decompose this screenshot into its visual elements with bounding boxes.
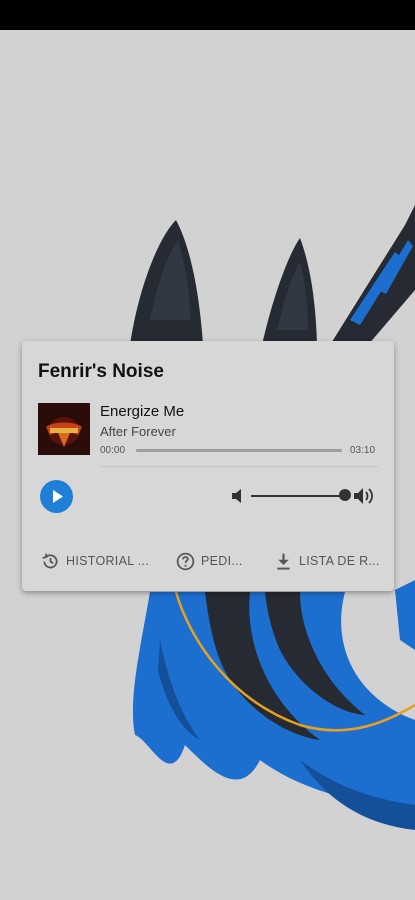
volume-high-icon[interactable] (353, 486, 375, 506)
request-label: PEDI... (201, 554, 243, 568)
divider (100, 466, 378, 467)
download-icon (277, 553, 290, 570)
volume-slider[interactable] (251, 495, 347, 497)
status-bar (0, 0, 415, 30)
duration-time: 03:10 (350, 445, 376, 456)
play-button[interactable] (40, 480, 73, 513)
request-button[interactable]: PEDI... (175, 550, 243, 572)
help-icon (176, 552, 195, 570)
seek-bar[interactable] (136, 449, 342, 452)
history-icon (42, 553, 58, 568)
playlist-download-button[interactable]: LISTA DE R... (273, 550, 380, 572)
track-title: Energize Me (100, 403, 185, 420)
volume-low-icon[interactable] (231, 488, 245, 504)
history-button[interactable]: HISTORIAL ... (40, 550, 149, 572)
album-art (38, 403, 90, 455)
media-player-card: Fenrir's Noise Energize Me After Forever… (22, 341, 394, 591)
station-title: Fenrir's Noise (38, 361, 164, 382)
history-label: HISTORIAL ... (66, 554, 150, 568)
track-artist: After Forever (100, 424, 176, 439)
volume-slider-knob[interactable] (339, 489, 351, 501)
elapsed-time: 00:00 (100, 445, 126, 456)
playlist-label: LISTA DE R... (299, 554, 380, 568)
play-icon (53, 490, 63, 503)
